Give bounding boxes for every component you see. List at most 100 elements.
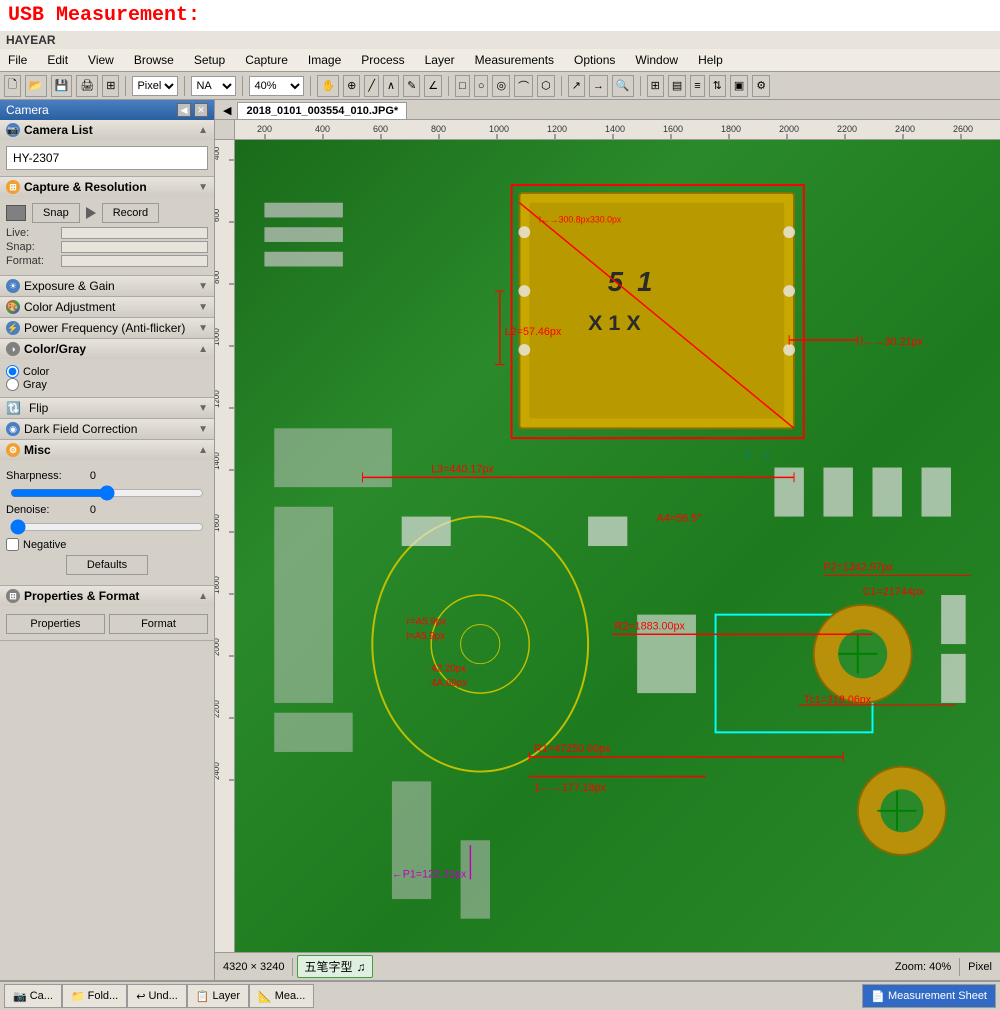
defaults-button[interactable]: Defaults bbox=[66, 555, 148, 575]
flip-section: 🔃 Flip ▼ bbox=[0, 398, 214, 419]
live-row: Live: bbox=[6, 227, 208, 239]
ime-btn[interactable]: 五笔字型 bbox=[304, 958, 352, 975]
grid-button[interactable]: ⊞ bbox=[102, 75, 119, 97]
gray-radio[interactable] bbox=[6, 378, 19, 391]
sharpness-value: 0 bbox=[76, 470, 96, 482]
circle-tool[interactable]: ◎ bbox=[492, 75, 510, 97]
color-radio[interactable] bbox=[6, 365, 19, 378]
calibrate-tool[interactable]: ⊞ bbox=[647, 75, 664, 97]
mea-taskbar-icon: 📐 bbox=[258, 990, 272, 1003]
denoise-slider[interactable] bbox=[10, 520, 204, 534]
separator-7 bbox=[640, 76, 641, 96]
arrow-tool[interactable]: → bbox=[589, 75, 608, 97]
menu-item-file[interactable]: File bbox=[4, 51, 31, 69]
menu-item-process[interactable]: Process bbox=[357, 51, 408, 69]
image-tab[interactable]: 2018_0101_003554_010.JPG* bbox=[237, 102, 407, 119]
exposure-header[interactable]: ☀ Exposure & Gain ▼ bbox=[0, 276, 214, 296]
menu-item-setup[interactable]: Setup bbox=[190, 51, 229, 69]
dark-field-header[interactable]: ◉ Dark Field Correction ▼ bbox=[0, 419, 214, 439]
format-button[interactable]: Format bbox=[109, 614, 208, 634]
snap-row: Snap: bbox=[6, 241, 208, 253]
separator-2 bbox=[184, 76, 185, 96]
rect-tool[interactable]: □ bbox=[455, 75, 470, 97]
undo-taskbar-btn[interactable]: ↩ Und... bbox=[127, 984, 187, 1008]
polyline-tool[interactable]: ∧ bbox=[383, 75, 399, 97]
ellipse-tool[interactable]: ○ bbox=[474, 75, 489, 97]
tab-scroll-left[interactable]: ◀ bbox=[219, 102, 235, 119]
svg-text:1400: 1400 bbox=[215, 452, 221, 470]
pixel-select[interactable]: Pixel bbox=[132, 76, 178, 96]
angle-tool[interactable]: ∠ bbox=[424, 75, 442, 97]
layer-taskbar-btn[interactable]: 📋 Layer bbox=[187, 984, 249, 1008]
panel-pin-btn[interactable]: ◀ bbox=[177, 103, 191, 117]
image-viewport[interactable]: 5 1 X 1 X bbox=[235, 140, 1000, 952]
properties-button[interactable]: Properties bbox=[6, 614, 105, 634]
print-button[interactable]: 🖨 bbox=[76, 75, 98, 97]
capture-header[interactable]: ⊞ Capture & Resolution ▼ bbox=[0, 177, 214, 197]
zoom-in-tool[interactable]: 🔍 bbox=[612, 75, 634, 97]
power-freq-header[interactable]: ⚡ Power Frequency (Anti-flicker) ▼ bbox=[0, 318, 214, 338]
menu-item-options[interactable]: Options bbox=[570, 51, 619, 69]
properties-header-left: ⊞ Properties & Format bbox=[6, 589, 139, 603]
properties-header[interactable]: ⊞ Properties & Format ▲ bbox=[0, 586, 214, 606]
color-radio-row: Color bbox=[6, 365, 208, 378]
menu-item-window[interactable]: Window bbox=[631, 51, 682, 69]
camera-list-item[interactable]: HY-2307 bbox=[6, 146, 208, 170]
line-tool[interactable]: ╱ bbox=[364, 75, 379, 97]
flip-header-left: 🔃 Flip bbox=[6, 401, 48, 415]
measurement-sheet-btn[interactable]: 📄 Measurement Sheet bbox=[862, 984, 996, 1008]
sharpness-slider[interactable] bbox=[10, 486, 204, 500]
ruler-left-svg: 4006008001000120014001600180020002200240… bbox=[215, 140, 235, 952]
flip-title: Flip bbox=[29, 401, 48, 415]
settings-tool[interactable]: ⚙ bbox=[752, 75, 770, 97]
arc-tool[interactable]: ⌒ bbox=[514, 75, 533, 97]
menu-item-capture[interactable]: Capture bbox=[241, 51, 292, 69]
na-select[interactable]: NA bbox=[191, 76, 236, 96]
menu-item-edit[interactable]: Edit bbox=[43, 51, 72, 69]
zoom-select[interactable]: 40% bbox=[249, 76, 304, 96]
pixel-status: Pixel bbox=[964, 961, 996, 973]
separator-1 bbox=[125, 76, 126, 96]
freehand-tool[interactable]: ✎ bbox=[403, 75, 420, 97]
menu-item-help[interactable]: Help bbox=[694, 51, 727, 69]
svg-text:800: 800 bbox=[215, 270, 221, 284]
new-button[interactable]: 🗋 bbox=[4, 75, 21, 97]
power-freq-icon: ⚡ bbox=[6, 321, 20, 335]
mea-taskbar-label: Mea... bbox=[275, 990, 306, 1002]
misc-header[interactable]: ⚙ Misc ▲ bbox=[0, 440, 214, 460]
panel-close-btn[interactable]: ✕ bbox=[194, 103, 208, 117]
compare-tool[interactable]: ▤ bbox=[668, 75, 686, 97]
color-gray-section: ◑ Color/Gray ▲ Color Gray bbox=[0, 339, 214, 398]
menu-item-browse[interactable]: Browse bbox=[130, 51, 178, 69]
cursor-tool[interactable]: ↗ bbox=[568, 75, 585, 97]
save-button[interactable]: 💾 bbox=[51, 75, 73, 97]
color-gray-header[interactable]: ◑ Color/Gray ▲ bbox=[0, 339, 214, 359]
polygon-tool[interactable]: ⬡ bbox=[537, 75, 555, 97]
open-button[interactable]: 📂 bbox=[25, 75, 47, 97]
hand-tool[interactable]: ✋ bbox=[317, 75, 339, 97]
color-adj-header[interactable]: 🎨 Color Adjustment ▼ bbox=[0, 297, 214, 317]
mea-taskbar-btn[interactable]: 📐 Mea... bbox=[249, 984, 314, 1008]
snap-button[interactable]: Snap bbox=[32, 203, 80, 223]
undo-taskbar-label: Und... bbox=[148, 990, 177, 1002]
live-bar bbox=[61, 227, 208, 239]
record-button[interactable]: Record bbox=[102, 203, 159, 223]
camera-taskbar-btn[interactable]: 📷 Ca... bbox=[4, 984, 62, 1008]
denoise-label: Denoise: bbox=[6, 504, 76, 516]
camera-list-header[interactable]: 📷 Camera List ▲ bbox=[0, 120, 214, 140]
snap-icon-preview bbox=[6, 205, 26, 221]
menu-item-layer[interactable]: Layer bbox=[421, 51, 459, 69]
menu-item-view[interactable]: View bbox=[84, 51, 118, 69]
menu-item-measurements[interactable]: Measurements bbox=[471, 51, 558, 69]
negative-checkbox[interactable] bbox=[6, 538, 19, 551]
align-tool[interactable]: ≡ bbox=[690, 75, 704, 97]
extra-tool[interactable]: ▣ bbox=[730, 75, 748, 97]
measure-tool[interactable]: ⊕ bbox=[343, 75, 360, 97]
menu-item-image[interactable]: Image bbox=[304, 51, 345, 69]
capture-title: Capture & Resolution bbox=[24, 180, 147, 194]
svg-text:200: 200 bbox=[257, 124, 272, 134]
misc-arrow: ▲ bbox=[198, 445, 208, 456]
flip-tool[interactable]: ⇅ bbox=[709, 75, 726, 97]
flip-header[interactable]: 🔃 Flip ▼ bbox=[0, 398, 214, 418]
folder-taskbar-btn[interactable]: 📁 Fold... bbox=[62, 984, 127, 1008]
